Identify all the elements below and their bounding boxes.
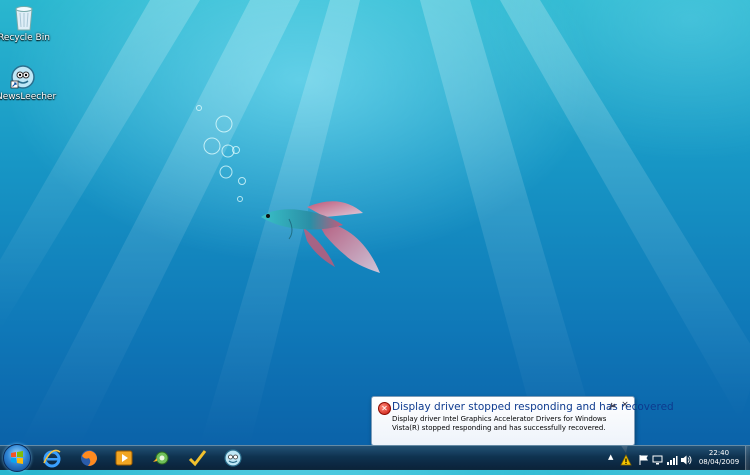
flag-icon bbox=[639, 455, 648, 465]
tray-network[interactable] bbox=[666, 451, 678, 465]
clock[interactable]: 22:40 08/04/2009 bbox=[693, 449, 745, 467]
newsleecher-label: NewsLeecher bbox=[0, 92, 57, 102]
notification-balloon[interactable]: ✕ Display driver stopped responding and … bbox=[371, 396, 674, 453]
start-button[interactable] bbox=[3, 444, 31, 472]
close-button[interactable]: × bbox=[620, 400, 630, 410]
recycle-bin-icon bbox=[15, 6, 33, 31]
taskbar: ▲ 22:40 08/04/2009 bbox=[0, 444, 750, 472]
media-player-icon bbox=[115, 450, 133, 466]
notification-body: Display driver Intel Graphics Accelerato… bbox=[392, 415, 607, 432]
monitor-icon bbox=[652, 455, 663, 465]
taskbar-internet-explorer[interactable] bbox=[38, 447, 66, 469]
betta-fish-wallpaper bbox=[261, 201, 380, 273]
taskbar-checkmark-app[interactable] bbox=[183, 447, 211, 469]
newsleecher-taskbar-icon bbox=[224, 449, 242, 467]
tray-warning[interactable] bbox=[620, 451, 632, 466]
warning-icon bbox=[620, 454, 632, 466]
network-signal-icon bbox=[667, 456, 678, 465]
clock-time: 22:40 bbox=[708, 449, 730, 457]
wrench-icon bbox=[608, 402, 616, 410]
recycle-bin-label: Recycle Bin bbox=[0, 33, 50, 43]
taskbar-media-player[interactable] bbox=[110, 447, 138, 469]
checkmark-icon bbox=[188, 450, 207, 467]
tray-volume[interactable] bbox=[680, 451, 692, 465]
wrench-options-icon[interactable] bbox=[607, 401, 617, 411]
windows-logo-icon bbox=[11, 451, 23, 464]
volume-icon bbox=[681, 455, 692, 465]
show-hidden-icons-arrow[interactable]: ▲ bbox=[608, 453, 613, 461]
taskbar-newsleecher[interactable] bbox=[219, 447, 247, 469]
newsleecher-shortcut[interactable]: NewsLeecher bbox=[0, 64, 57, 102]
recycle-bin-icon-shortcut[interactable]: Recycle Bin bbox=[0, 3, 51, 43]
gear-app-icon bbox=[153, 451, 169, 465]
newsleecher-icon bbox=[10, 65, 35, 89]
bubbles-decoration bbox=[196, 105, 246, 202]
taskbar-newsleecher-gear[interactable] bbox=[147, 447, 175, 469]
notification-title: Display driver stopped responding and ha… bbox=[392, 401, 674, 413]
tray-action-center[interactable] bbox=[638, 451, 650, 465]
clock-date: 08/04/2009 bbox=[698, 458, 740, 466]
error-icon: ✕ bbox=[378, 402, 391, 415]
show-desktop-button[interactable] bbox=[745, 446, 750, 470]
firefox-icon bbox=[81, 450, 97, 466]
taskbar-firefox[interactable] bbox=[75, 447, 103, 469]
tray-display[interactable] bbox=[652, 451, 664, 465]
internet-explorer-icon bbox=[43, 449, 61, 468]
